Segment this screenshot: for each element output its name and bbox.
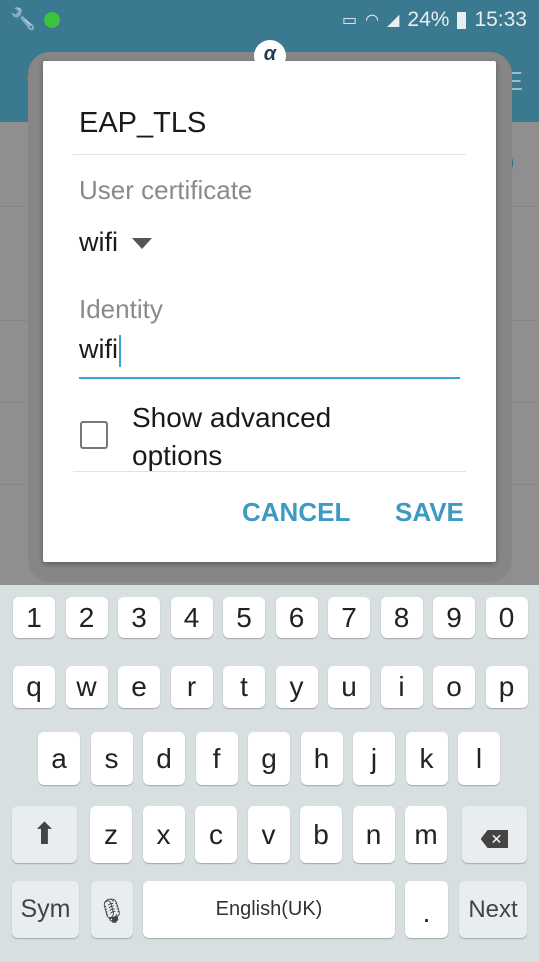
space-key[interactable]: English(UK)	[143, 881, 395, 938]
identity-value: wifi	[79, 334, 118, 364]
key-e[interactable]: e	[118, 666, 160, 708]
save-button[interactable]: SAVE	[395, 497, 464, 528]
key-u[interactable]: u	[328, 666, 370, 708]
key-9[interactable]: 9	[433, 597, 475, 638]
key-0[interactable]: 0	[485, 597, 528, 638]
key-j[interactable]: j	[353, 732, 395, 785]
key-r[interactable]: r	[170, 666, 213, 708]
backspace-icon: ✕	[480, 830, 509, 848]
key-5[interactable]: 5	[223, 597, 265, 638]
divider	[73, 471, 466, 472]
backspace-key[interactable]: ✕	[462, 806, 527, 863]
sym-key[interactable]: Sym	[12, 881, 79, 938]
user-certificate-label: User certificate	[79, 175, 253, 205]
cast-icon: ▭	[342, 12, 358, 29]
clock: 15:33	[474, 8, 527, 31]
key-c[interactable]: c	[195, 806, 237, 863]
identity-label: Identity	[79, 294, 163, 324]
key-8[interactable]: 8	[380, 597, 423, 638]
key-y[interactable]: y	[275, 666, 318, 708]
text-cursor	[119, 334, 121, 367]
key-n[interactable]: n	[352, 806, 395, 863]
key-f[interactable]: f	[195, 732, 238, 785]
battery-percent: 24%	[407, 8, 450, 31]
keyboard: ⬆ ✕ Sym 🎙 English(UK) . Next 1234567890 q…	[0, 585, 539, 962]
identity-underline	[79, 377, 460, 379]
key-4[interactable]: 4	[170, 597, 213, 638]
key-k[interactable]: k	[405, 732, 448, 785]
key-m[interactable]: m	[405, 806, 447, 863]
next-key[interactable]: Next	[459, 881, 527, 938]
key-q[interactable]: q	[13, 666, 55, 708]
divider	[73, 154, 466, 155]
cancel-button[interactable]: CANCEL	[242, 497, 350, 528]
battery-charging-icon	[457, 11, 467, 29]
eap-tls-dialog: EAP_TLS User certificate wifi Identity w…	[43, 61, 496, 562]
key-l[interactable]: l	[458, 732, 500, 785]
show-advanced-label[interactable]: Show advanced options	[132, 399, 392, 475]
key-1[interactable]: 1	[13, 597, 55, 638]
key-i[interactable]: i	[380, 666, 423, 708]
key-w[interactable]: w	[65, 666, 108, 708]
key-s[interactable]: s	[90, 732, 133, 785]
wifi-icon: ◠	[365, 12, 380, 29]
key-6[interactable]: 6	[275, 597, 318, 638]
key-2[interactable]: 2	[65, 597, 108, 638]
key-3[interactable]: 3	[118, 597, 160, 638]
identity-input[interactable]: wifi	[79, 334, 121, 367]
dropdown-value: wifi	[79, 227, 118, 257]
key-h[interactable]: h	[300, 732, 343, 785]
user-certificate-dropdown[interactable]: wifi	[79, 227, 152, 258]
key-z[interactable]: z	[90, 806, 132, 863]
key-x[interactable]: x	[142, 806, 185, 863]
period-key[interactable]: .	[405, 881, 448, 938]
wrench-icon: 🔧	[10, 8, 37, 31]
show-advanced-checkbox[interactable]	[80, 421, 108, 449]
signal-icon: ◢	[387, 12, 400, 29]
key-t[interactable]: t	[223, 666, 265, 708]
status-bar: 🔧 ▭ ◠ ◢ 24% 15:33	[0, 0, 539, 40]
dropdown-arrow-icon	[132, 238, 152, 250]
dialog-title: EAP_TLS	[79, 107, 207, 139]
key-7[interactable]: 7	[328, 597, 370, 638]
voice-input-key[interactable]: 🎙	[91, 881, 133, 938]
key-d[interactable]: d	[143, 732, 185, 785]
key-p[interactable]: p	[485, 666, 528, 708]
microphone-icon: 🎙	[96, 898, 128, 925]
key-o[interactable]: o	[433, 666, 475, 708]
key-a[interactable]: a	[38, 732, 80, 785]
vnc-logo-icon[interactable]: α	[254, 40, 286, 72]
shift-key[interactable]: ⬆	[12, 806, 77, 863]
key-v[interactable]: v	[247, 806, 290, 863]
vnc-icon	[44, 12, 61, 28]
key-b[interactable]: b	[300, 806, 342, 863]
key-g[interactable]: g	[248, 732, 290, 785]
shift-arrow-icon: ⬆	[31, 818, 58, 851]
